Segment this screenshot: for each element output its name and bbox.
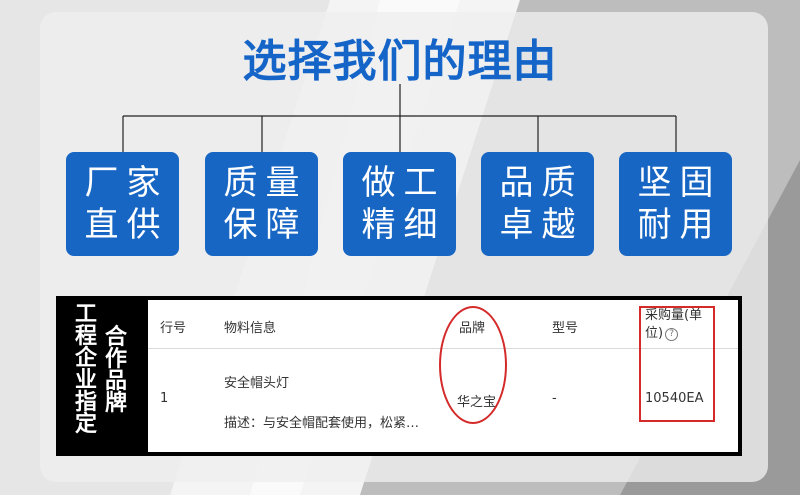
reason-box-5: 坚固 耐用	[619, 152, 732, 256]
reason-line1: 品质	[499, 163, 584, 203]
reason-line2: 卓越	[499, 205, 584, 245]
row-no: 1	[160, 391, 169, 406]
connector-tree	[122, 84, 677, 152]
side-label-char: 品	[104, 369, 127, 394]
reason-line1: 坚固	[637, 163, 722, 203]
reason-line2: 耐用	[637, 205, 722, 245]
side-label-char: 牌	[104, 391, 127, 416]
side-label-char: 定	[74, 412, 97, 437]
reason-line1: 做工	[361, 163, 446, 203]
header-material: 物料信息	[224, 321, 277, 336]
side-label-col2: 合 作 品 牌	[104, 327, 128, 415]
quantity-highlight-box	[639, 306, 715, 422]
purchase-table: 行号 物料信息 品牌 型号 采购量(单 位)? 1 安全帽头灯 描述：与安全帽配…	[148, 300, 738, 452]
row-model: -	[552, 391, 557, 406]
reason-box-2: 质量 保障	[205, 152, 318, 256]
reason-box-3: 做工 精细	[343, 152, 456, 256]
side-label-char: 合	[104, 325, 127, 350]
side-label-char: 业	[74, 368, 97, 393]
reason-line2: 精细	[361, 205, 446, 245]
reason-line2: 直供	[84, 205, 169, 245]
side-label-col1: 工 程 企 业 指 定	[74, 304, 98, 436]
side-label-char: 程	[74, 324, 97, 349]
side-label-char: 作	[104, 347, 127, 372]
reason-line1: 厂家	[84, 163, 169, 203]
brand-highlight-ellipse	[439, 306, 507, 424]
header-model: 型号	[552, 321, 579, 336]
side-label: 工 程 企 业 指 定 合 作 品 牌	[60, 300, 146, 452]
material-name: 安全帽头灯	[224, 376, 290, 391]
side-label-char: 工	[74, 302, 97, 327]
side-label-char: 企	[74, 346, 97, 371]
header-row-no: 行号	[160, 321, 187, 336]
material-description: 描述：与安全帽配套使用，松紧…	[224, 416, 420, 431]
reason-box-4: 品质 卓越	[481, 152, 594, 256]
reason-box-1: 厂家 直供	[66, 152, 179, 256]
reason-line2: 保障	[223, 205, 308, 245]
reason-line1: 质量	[223, 163, 308, 203]
side-label-char: 指	[74, 390, 97, 415]
